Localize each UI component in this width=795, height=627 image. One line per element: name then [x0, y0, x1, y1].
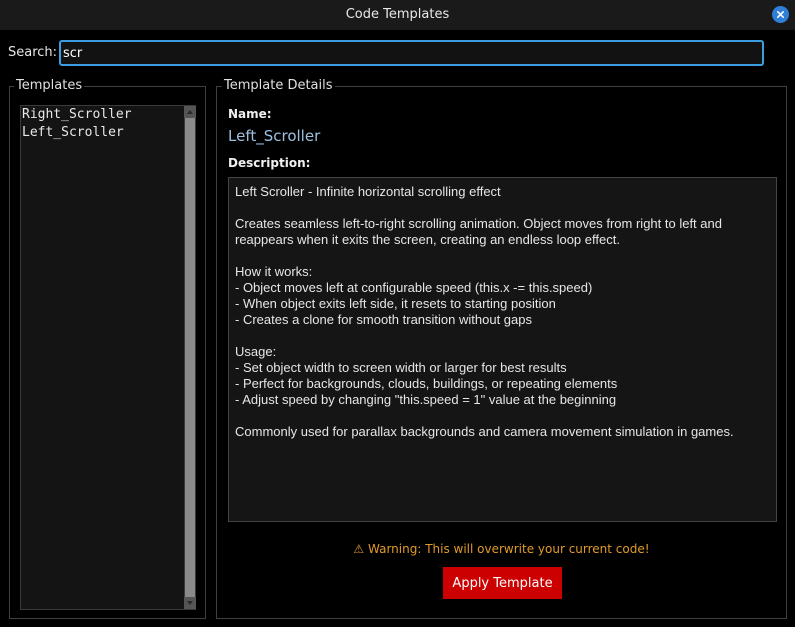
- templates-frame-label: Templates: [14, 78, 85, 94]
- title-bar: Code Templates: [0, 0, 795, 30]
- template-details-frame: Template Details Name: Left_Scroller Des…: [216, 78, 787, 619]
- template-name-value: Left_Scroller: [228, 127, 321, 145]
- template-list-item[interactable]: Left_Scroller: [22, 124, 124, 142]
- search-input[interactable]: [59, 40, 764, 66]
- scroll-down-button[interactable]: [184, 597, 196, 609]
- template-list-item[interactable]: Right_Scroller: [22, 106, 132, 124]
- apply-template-button[interactable]: Apply Template: [443, 567, 562, 599]
- scroll-up-button[interactable]: [184, 106, 196, 118]
- description-box[interactable]: Left Scroller - Infinite horizontal scro…: [228, 177, 777, 522]
- scroll-up-arrow-icon: [187, 110, 193, 114]
- overwrite-warning: ⚠ Warning: This will overwrite your curr…: [353, 542, 650, 556]
- close-button[interactable]: [772, 6, 789, 23]
- description-label: Description:: [228, 156, 311, 170]
- window-title: Code Templates: [345, 7, 450, 22]
- description-text: Left Scroller - Infinite horizontal scro…: [235, 184, 734, 439]
- template-details-frame-label: Template Details: [222, 78, 335, 94]
- close-icon: [776, 10, 785, 19]
- scrollbar-thumb[interactable]: [185, 118, 195, 597]
- templates-scrollbar[interactable]: [184, 106, 196, 609]
- search-label: Search:: [8, 45, 58, 60]
- templates-frame: Templates Right_Scroller Left_Scroller: [9, 78, 206, 619]
- code-templates-window: Code Templates Search: Templates Right_S…: [0, 0, 795, 627]
- scroll-down-arrow-icon: [187, 601, 193, 605]
- templates-listbox[interactable]: Right_Scroller Left_Scroller: [20, 105, 196, 610]
- name-label: Name:: [228, 107, 272, 121]
